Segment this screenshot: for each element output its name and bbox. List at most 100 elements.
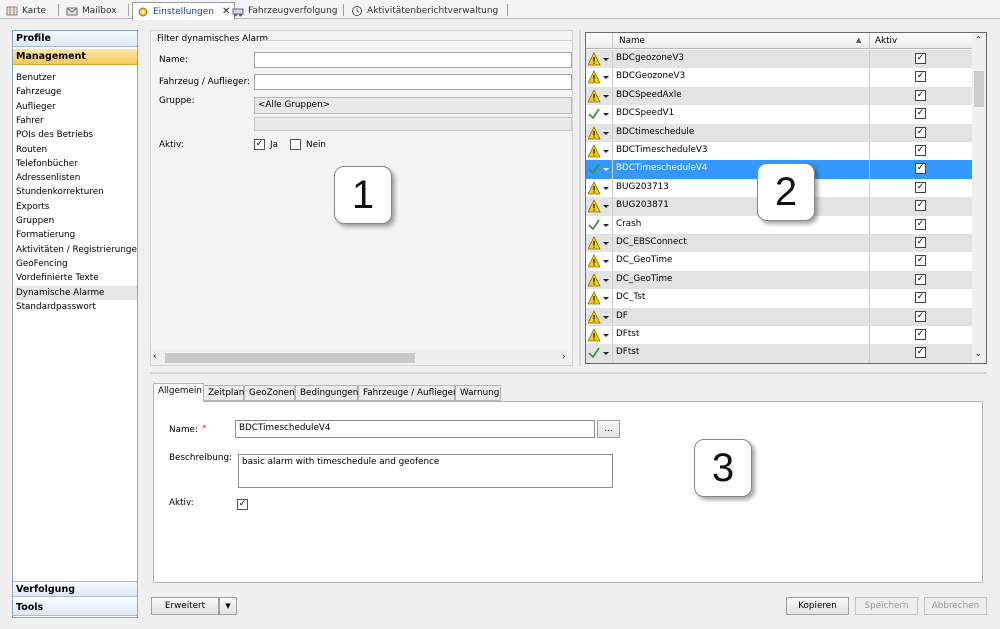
warning-icon[interactable] [587, 125, 612, 140]
nav-item[interactable]: Benutzer [15, 71, 137, 85]
active-checkbox[interactable]: ✓ [915, 200, 926, 212]
detail-description-textarea[interactable]: basic alarm with timeschedule and geofen… [238, 454, 613, 488]
scrollbar-thumb[interactable] [165, 353, 415, 363]
table-row[interactable]: BDCtimeschedule ✓ [586, 123, 972, 142]
scrollbar-thumb[interactable] [974, 71, 984, 107]
scroll-right-icon[interactable]: › [562, 352, 566, 362]
nav-item[interactable]: Fahrzeuge [15, 85, 137, 99]
warning-icon[interactable] [587, 272, 612, 287]
table-row[interactable]: DC_GeoTime ✓ [586, 252, 972, 271]
warning-icon[interactable] [587, 88, 612, 103]
table-row[interactable]: DC_Tst ✓ [586, 289, 972, 308]
advanced-dropdown-button[interactable]: ▼ [219, 597, 237, 615]
nav-section-tracking[interactable]: Verfolgung [13, 581, 137, 597]
warning-icon[interactable] [587, 291, 612, 305]
table-row[interactable]: DF ✓ [586, 307, 972, 326]
detail-name-input[interactable]: BDCTimescheduleV4 [235, 420, 595, 438]
nav-item[interactable]: Formatierung [15, 228, 137, 242]
active-checkbox[interactable]: ✓ [915, 71, 926, 83]
nav-item[interactable]: Telefonbücher [15, 157, 137, 171]
vertical-splitter[interactable] [579, 30, 581, 366]
filter-name-input[interactable] [254, 52, 572, 68]
tab-einstellungen[interactable]: Einstellungen ✕ [132, 2, 236, 20]
tab-bedingungen[interactable]: Bedingungen [295, 385, 358, 401]
filter-horizontal-scrollbar[interactable]: ‹ › [151, 351, 572, 365]
tab-zeitplan[interactable]: Zeitplan [203, 385, 244, 401]
table-row[interactable]: DFtst ✓ [586, 326, 972, 345]
filter-active-no-checkbox[interactable] [290, 139, 301, 150]
active-checkbox[interactable]: ✓ [915, 53, 926, 64]
nav-item[interactable]: Aktivitäten / Registrierungen [15, 243, 137, 257]
warning-icon[interactable] [587, 52, 612, 66]
nav-item[interactable]: GeoFencing [15, 257, 137, 271]
ok-check-icon[interactable] [588, 107, 612, 121]
browse-button[interactable]: ... [597, 420, 620, 438]
active-checkbox[interactable]: ✓ [915, 181, 926, 193]
active-checkbox[interactable]: ✓ [915, 273, 926, 285]
active-checkbox[interactable]: ✓ [915, 145, 926, 156]
active-checkbox[interactable]: ✓ [915, 310, 926, 322]
tab-mailbox[interactable]: Mailbox [62, 2, 121, 19]
nav-section-management[interactable]: Management [13, 49, 137, 65]
tab-allgemein[interactable]: Allgemein [153, 383, 204, 402]
nav-item[interactable]: POIs des Betriebs [15, 128, 137, 142]
nav-section-tools[interactable]: Tools [13, 600, 137, 616]
table-row[interactable]: DFtst ✓ [586, 344, 972, 363]
active-checkbox[interactable]: ✓ [915, 126, 926, 138]
filter-active-yes-checkbox[interactable]: ✓ [254, 139, 265, 150]
active-checkbox[interactable]: ✓ [915, 329, 926, 340]
nav-item[interactable]: Stundenkorrekturen [15, 185, 137, 199]
warning-icon[interactable] [587, 144, 612, 158]
nav-item[interactable]: Routen [15, 143, 137, 157]
table-row[interactable]: BDCgeozoneV3 ✓ [586, 50, 972, 69]
save-button[interactable]: Speichern [855, 597, 918, 615]
warning-icon[interactable] [587, 309, 612, 324]
tab-fahrzeuge-auflieger[interactable]: Fahrzeuge / Auflieger [358, 385, 457, 401]
warning-icon[interactable] [587, 236, 612, 250]
tab-geozonen[interactable]: GeoZonen [244, 385, 295, 401]
grid-vertical-scrollbar[interactable]: ⌃ ⌄ [972, 33, 986, 363]
tab-fahrzeugverfolgung[interactable]: Fahrzeugverfolgung [228, 2, 342, 19]
active-checkbox[interactable]: ✓ [915, 237, 926, 248]
horizontal-splitter[interactable] [150, 372, 987, 374]
active-checkbox[interactable]: ✓ [915, 255, 926, 267]
tab-karte[interactable]: Karte [2, 2, 50, 19]
warning-icon[interactable] [587, 328, 612, 342]
advanced-button[interactable]: Erweitert [151, 597, 219, 615]
nav-item[interactable]: Standardpasswort [15, 300, 137, 314]
detail-active-checkbox[interactable]: ✓ [237, 499, 248, 510]
active-checkbox[interactable]: ✓ [915, 218, 926, 230]
nav-item[interactable]: Gruppen [15, 214, 137, 228]
nav-item[interactable]: Fahrer [15, 114, 137, 128]
copy-button[interactable]: Kopieren [786, 597, 849, 615]
column-header-active[interactable]: Aktiv [875, 36, 897, 46]
table-row[interactable]: BDCSpeedAxle ✓ [586, 86, 972, 106]
ok-check-icon[interactable] [588, 162, 612, 176]
table-row[interactable]: BDCGeozoneV3 ✓ [586, 68, 972, 87]
nav-section-profile[interactable]: Profile [13, 31, 137, 47]
warning-icon[interactable] [587, 70, 612, 84]
warning-icon[interactable] [587, 254, 612, 268]
nav-item[interactable]: Dynamische Alarme [15, 285, 137, 300]
active-checkbox[interactable]: ✓ [915, 108, 926, 120]
nav-item[interactable]: Vordefinierte Texte [15, 271, 137, 285]
table-row[interactable]: BDCSpeedV1 ✓ [586, 105, 972, 124]
filter-vehicle-input[interactable] [254, 74, 572, 90]
table-row[interactable]: DC_EBSConnect ✓ [586, 234, 972, 253]
active-checkbox[interactable]: ✓ [915, 163, 926, 175]
warning-icon[interactable] [587, 180, 612, 195]
active-checkbox[interactable]: ✓ [915, 89, 926, 101]
column-header-name[interactable]: Name [619, 36, 645, 46]
nav-item[interactable]: Adressenlisten [15, 171, 137, 185]
filter-group-dropdown[interactable]: <Alle Gruppen> [254, 97, 572, 114]
cancel-button[interactable]: Abbrechen [924, 597, 987, 615]
active-checkbox[interactable]: ✓ [915, 347, 926, 359]
nav-item[interactable]: Exports [15, 200, 137, 214]
ok-check-icon[interactable] [588, 346, 612, 360]
scroll-up-icon[interactable]: ⌃ [975, 35, 982, 44]
active-checkbox[interactable]: ✓ [915, 292, 926, 304]
warning-icon[interactable] [587, 199, 612, 213]
table-row[interactable]: DC_GeoTime ✓ [586, 270, 972, 290]
tab-warnung[interactable]: Warnung [455, 385, 501, 401]
nav-item[interactable]: Auflieger [15, 100, 137, 114]
